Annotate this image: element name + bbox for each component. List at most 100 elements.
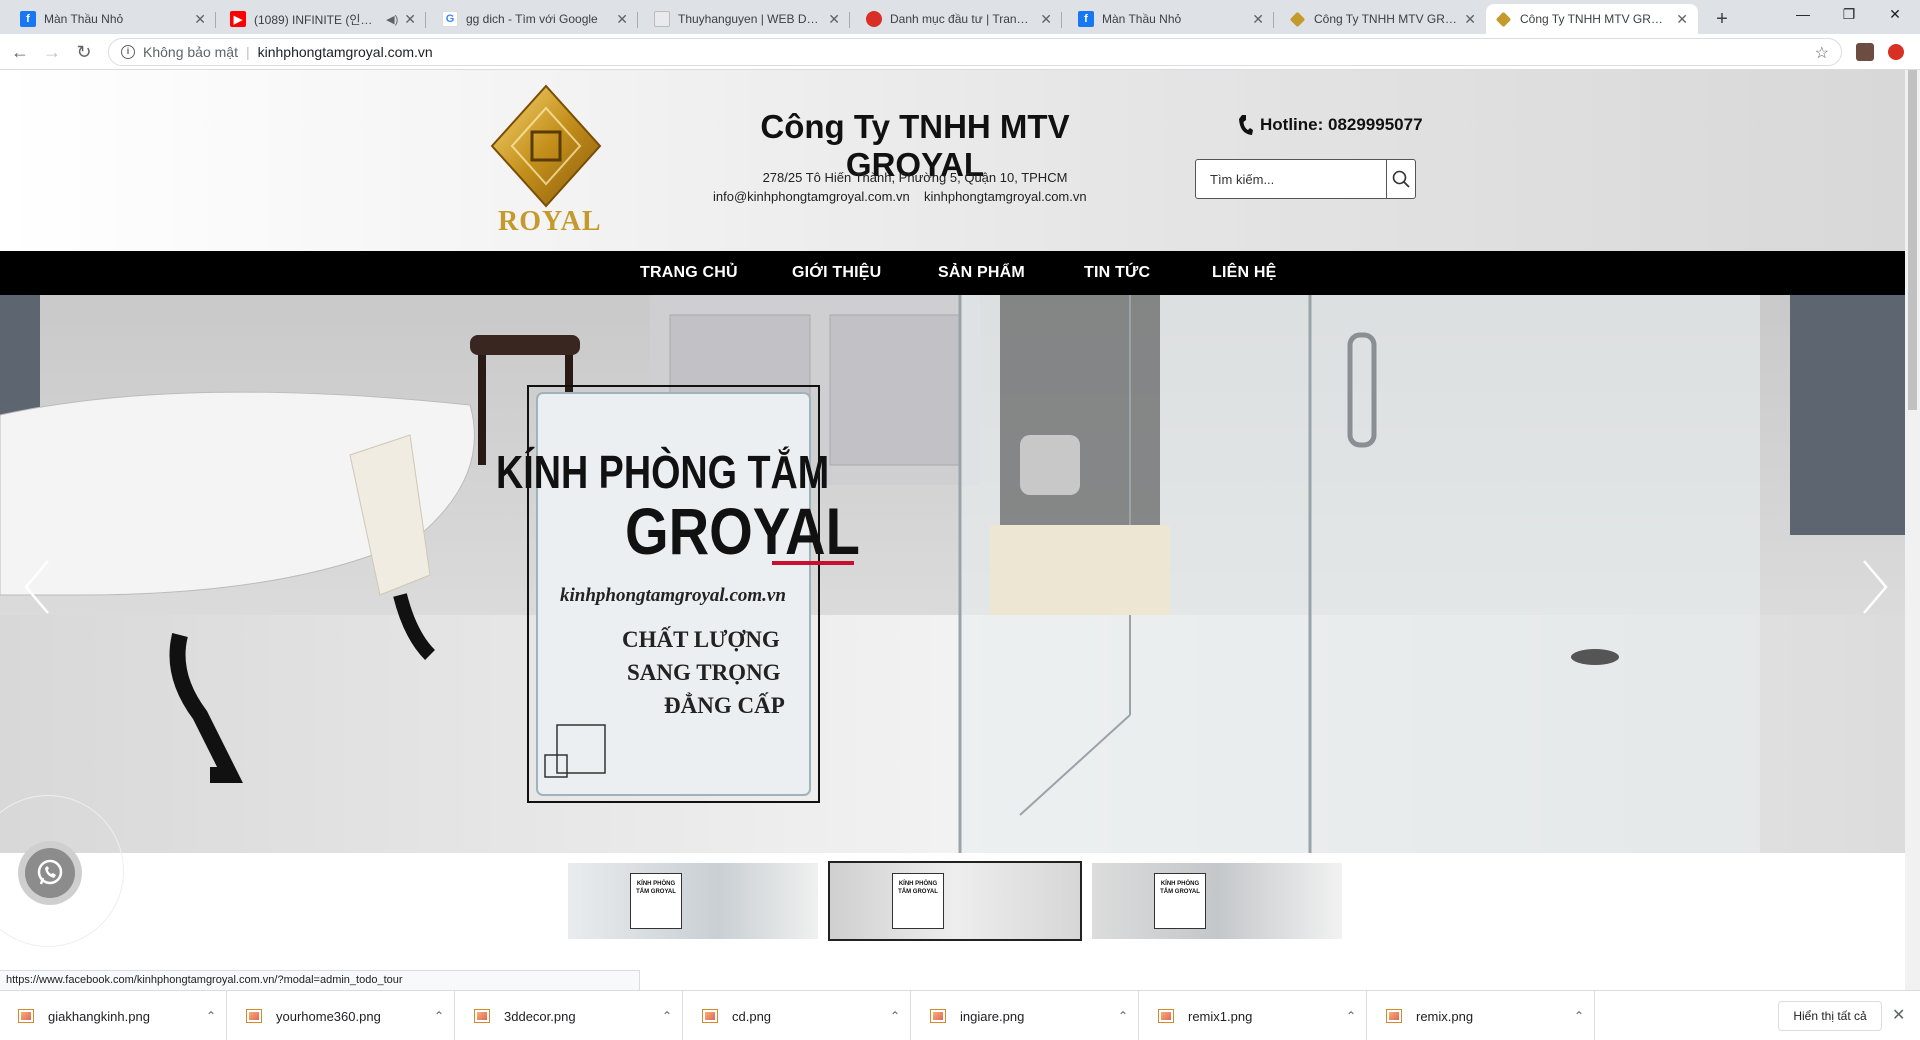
slide-url: kinhphongtamgroyal.com.vn [560, 585, 786, 606]
scroll-thumb[interactable] [1908, 70, 1917, 410]
chevron-up-icon[interactable]: ⌃ [424, 1009, 454, 1023]
close-downloads-icon[interactable]: ✕ [1892, 1005, 1905, 1025]
slide-thumbnail[interactable]: KÍNH PHÒNG TẮM GROYAL [568, 863, 818, 939]
minimize-button[interactable]: — [1780, 0, 1826, 30]
phone-icon [1239, 115, 1253, 135]
facebook-icon: f [20, 11, 36, 27]
image-file-icon [1386, 1009, 1402, 1023]
chevron-up-icon[interactable]: ⌃ [1564, 1009, 1594, 1023]
slide-tagline: CHẤT LƯỢNG [622, 627, 780, 652]
image-file-icon [702, 1009, 718, 1023]
close-window-button[interactable]: ✕ [1872, 0, 1918, 30]
show-all-downloads-button[interactable]: Hiển thị tất cả [1778, 1001, 1882, 1031]
chevron-up-icon[interactable]: ⌃ [1336, 1009, 1366, 1023]
tab-active[interactable]: Công Ty TNHH MTV GROYAL ✕ [1486, 4, 1698, 34]
download-item[interactable]: cd.png ⌃ [684, 991, 911, 1040]
tab[interactable]: Danh mục đầu tư | Trang web ✕ [856, 4, 1062, 34]
download-item[interactable]: remix.png ⌃ [1368, 991, 1595, 1040]
slide-tagline: SANG TRỌNG [627, 660, 781, 685]
slide-brand: GROYAL [625, 494, 860, 568]
tab[interactable]: Thuyhanguyen | WEB DESIGN ✕ [644, 4, 850, 34]
close-tab-icon[interactable]: ✕ [1252, 11, 1264, 28]
download-item[interactable]: ingiare.png ⌃ [912, 991, 1139, 1040]
close-tab-icon[interactable]: ✕ [1040, 11, 1052, 28]
forward-icon[interactable]: → [40, 40, 64, 64]
nav-item-products[interactable]: SẢN PHẨM [938, 251, 1025, 295]
tab[interactable]: f Màn Thầu Nhỏ ✕ [10, 4, 216, 34]
browser-toolbar: ← → ↻ i Không bảo mật | kinhphongtamgroy… [0, 34, 1920, 70]
close-tab-icon[interactable]: ✕ [194, 11, 206, 28]
new-tab-button[interactable]: + [1708, 5, 1736, 33]
search-icon [1392, 170, 1410, 188]
main-nav: TRANG CHỦ GIỚI THIỆU SẢN PHẨM TIN TỨC LI… [0, 251, 1905, 295]
company-email[interactable]: info@kinhphongtamgroyal.com.vn [713, 189, 910, 204]
hotline[interactable]: Hotline: 0829995077 [1238, 114, 1423, 136]
tab[interactable]: G gg dich - Tìm với Google ✕ [432, 4, 638, 34]
chat-button[interactable] [18, 841, 82, 905]
portfolio-icon [866, 11, 882, 27]
nav-item-home[interactable]: TRANG CHỦ [640, 251, 738, 295]
restore-button[interactable]: ❐ [1826, 0, 1872, 30]
image-file-icon [246, 1009, 262, 1023]
download-item[interactable]: giakhangkinh.png ⌃ [0, 991, 227, 1040]
mute-tab-icon[interactable]: ◀) [386, 13, 398, 26]
google-icon: G [442, 11, 458, 27]
tab-strip: f Màn Thầu Nhỏ ✕ ▶ (1089) INFINITE (인피니 … [0, 0, 1920, 34]
download-item[interactable]: remix1.png ⌃ [1140, 991, 1367, 1040]
slide-tagline: ĐẲNG CẤP [664, 693, 785, 718]
nav-item-news[interactable]: TIN TỨC [1084, 251, 1150, 295]
bookmark-star-icon[interactable]: ☆ [1815, 43, 1829, 63]
slide-thumbnail[interactable]: KÍNH PHÒNG TẮM GROYAL [1092, 863, 1342, 939]
image-file-icon [930, 1009, 946, 1023]
tab[interactable]: ▶ (1089) INFINITE (인피니 ◀) ✕ [220, 4, 426, 34]
youtube-icon: ▶ [230, 11, 246, 27]
page-scrollbar[interactable] [1905, 70, 1920, 990]
chevron-up-icon[interactable]: ⌃ [652, 1009, 682, 1023]
extension-icon[interactable] [1888, 44, 1904, 60]
site-header: ROYAL Công Ty TNHH MTV GROYAL 278/25 Tô … [0, 70, 1905, 251]
hero-slider: KÍNH PHÒNG TẮM GROYAL kinhphongtamgroyal… [0, 295, 1905, 853]
logo-wordmark: ROYAL [498, 206, 602, 237]
image-file-icon [1158, 1009, 1174, 1023]
search-button[interactable] [1386, 160, 1415, 198]
image-file-icon [474, 1009, 490, 1023]
slide-title: KÍNH PHÒNG TẮM [496, 446, 830, 498]
chevron-up-icon[interactable]: ⌃ [196, 1009, 226, 1023]
reload-icon[interactable]: ↻ [72, 40, 96, 64]
address-bar[interactable]: i Không bảo mật | kinhphongtamgroyal.com… [108, 38, 1842, 66]
groyal-icon [1289, 11, 1306, 27]
page-icon [654, 11, 670, 27]
download-item[interactable]: yourhome360.png ⌃ [228, 991, 455, 1040]
tab[interactable]: Công Ty TNHH MTV GROYAL ✕ [1280, 4, 1486, 34]
slide-thumbnail-active[interactable]: KÍNH PHÒNG TẮM GROYAL [828, 861, 1082, 941]
facebook-icon: f [1078, 11, 1094, 27]
whatsapp-icon [37, 859, 63, 885]
close-tab-icon[interactable]: ✕ [828, 11, 840, 28]
slide-underline [772, 561, 854, 565]
status-url: https://www.facebook.com/kinhphongtamgro… [0, 970, 640, 990]
close-tab-icon[interactable]: ✕ [1676, 11, 1688, 28]
prev-slide-icon[interactable] [22, 557, 52, 617]
tab[interactable]: f Màn Thầu Nhỏ ✕ [1068, 4, 1274, 34]
company-website[interactable]: kinhphongtamgroyal.com.vn [924, 189, 1087, 204]
nav-item-contact[interactable]: LIÊN HỆ [1212, 251, 1277, 295]
next-slide-icon[interactable] [1860, 557, 1890, 617]
info-icon[interactable]: i [121, 45, 135, 59]
extension-icon[interactable] [1856, 43, 1874, 61]
close-tab-icon[interactable]: ✕ [616, 11, 628, 28]
search-input[interactable] [1196, 160, 1386, 198]
bathroom-photo [0, 295, 1905, 853]
downloads-bar: giakhangkinh.png ⌃ yourhome360.png ⌃ 3dd… [0, 990, 1920, 1040]
chevron-up-icon[interactable]: ⌃ [880, 1009, 910, 1023]
nav-item-about[interactable]: GIỚI THIỆU [792, 251, 881, 295]
company-address: 278/25 Tô Hiến Thành, Phường 5, Quận 10,… [762, 170, 1068, 185]
groyal-icon [1495, 11, 1512, 27]
back-icon[interactable]: ← [8, 40, 32, 64]
close-tab-icon[interactable]: ✕ [404, 11, 416, 28]
download-item[interactable]: 3ddecor.png ⌃ [456, 991, 683, 1040]
search-box [1195, 159, 1416, 199]
image-file-icon [18, 1009, 34, 1023]
page-viewport: ROYAL Công Ty TNHH MTV GROYAL 278/25 Tô … [0, 70, 1905, 990]
chevron-up-icon[interactable]: ⌃ [1108, 1009, 1138, 1023]
close-tab-icon[interactable]: ✕ [1464, 11, 1476, 28]
